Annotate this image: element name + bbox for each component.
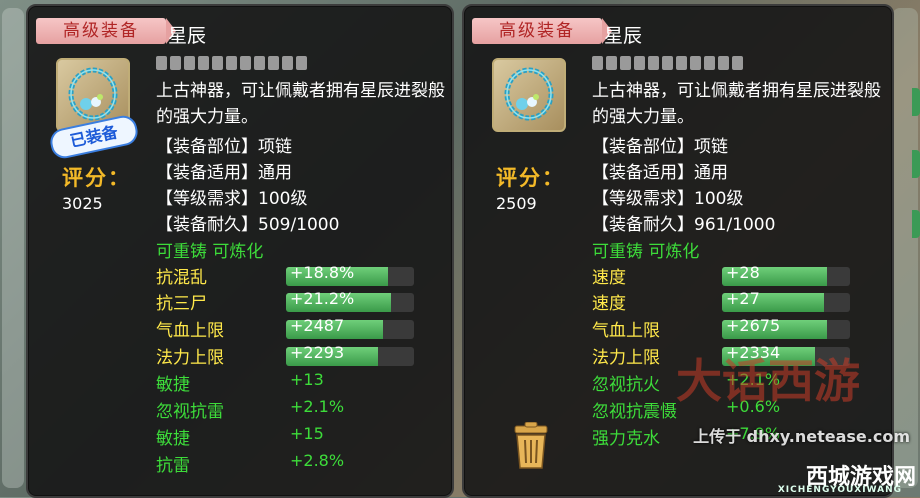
gem-slot bbox=[170, 56, 181, 70]
info-durability: 【装备耐久】961/1000 bbox=[592, 215, 776, 235]
stat-value: +13 bbox=[290, 370, 324, 389]
stat-value: +2.1% bbox=[290, 397, 345, 416]
item-name: 星辰 bbox=[168, 25, 207, 47]
gem-slot bbox=[662, 56, 673, 70]
gem-slot bbox=[282, 56, 293, 70]
stat-label: 敏捷 bbox=[156, 429, 190, 449]
stat-row: 速度 +27 bbox=[592, 289, 882, 315]
stat-label: 速度 bbox=[592, 268, 626, 288]
refine-status: 可重铸 可炼化 bbox=[592, 242, 700, 262]
stat-label: 抗雷 bbox=[156, 456, 190, 476]
stat-row: 气血上限 +2675 bbox=[592, 316, 882, 342]
gem-slot bbox=[226, 56, 237, 70]
stat-row: 敏捷 +15 bbox=[156, 424, 446, 450]
stat-label: 法力上限 bbox=[592, 348, 660, 368]
stat-label: 法力上限 bbox=[156, 348, 224, 368]
gem-slot bbox=[690, 56, 701, 70]
item-tooltip-panel: 高级装备 星辰 已装备 评分： 3025 上古神器，可让佩戴者拥有星辰进裂般的强… bbox=[26, 4, 454, 498]
item-description: 上古神器，可让佩戴者拥有星辰进裂般的强大力量。 bbox=[592, 81, 881, 127]
stat-row: 忽视抗雷 +2.1% bbox=[156, 397, 446, 423]
info-level: 【等级需求】100级 bbox=[592, 189, 744, 209]
game-logo: 大话西游 bbox=[676, 354, 860, 408]
trash-icon[interactable] bbox=[508, 421, 554, 472]
stat-label: 强力克水 bbox=[592, 429, 660, 449]
gem-slot bbox=[732, 56, 743, 70]
stat-label: 忽视抗震慑 bbox=[592, 402, 677, 422]
gem-slot bbox=[620, 56, 631, 70]
info-slot: 【装备部位】项链 bbox=[592, 137, 728, 157]
item-icon-frame[interactable] bbox=[492, 58, 566, 132]
stat-label: 抗三尸 bbox=[156, 294, 207, 314]
stat-row: 速度 +28 bbox=[592, 263, 882, 289]
item-grade-tab: 高级装备 bbox=[472, 18, 612, 44]
stat-row: 抗三尸 +21.2% bbox=[156, 289, 446, 315]
gem-slot bbox=[212, 56, 223, 70]
background-slot bbox=[2, 8, 24, 488]
stat-label: 气血上限 bbox=[592, 321, 660, 341]
gem-slot bbox=[156, 56, 167, 70]
stat-value: +2.8% bbox=[290, 451, 345, 470]
side-tab[interactable] bbox=[912, 88, 920, 116]
stat-row: 抗雷 +2.8% bbox=[156, 451, 446, 477]
info-usage: 【装备适用】通用 bbox=[592, 163, 728, 183]
info-durability: 【装备耐久】509/1000 bbox=[156, 215, 340, 235]
info-slot: 【装备部位】项链 bbox=[156, 137, 292, 157]
gem-slots bbox=[156, 56, 307, 70]
gem-slot bbox=[634, 56, 645, 70]
side-tab[interactable] bbox=[912, 210, 920, 238]
gem-slot bbox=[240, 56, 251, 70]
background-slot bbox=[892, 8, 918, 488]
stat-value: +2293 bbox=[290, 343, 345, 362]
item-name: 星辰 bbox=[604, 25, 643, 47]
info-level: 【等级需求】100级 bbox=[156, 189, 308, 209]
necklace-icon bbox=[504, 67, 554, 121]
stat-value: +21.2% bbox=[290, 289, 355, 308]
stat-label: 敏捷 bbox=[156, 375, 190, 395]
score-label: 评分： bbox=[496, 166, 565, 190]
site-subtitle: XICHENGYOUXIWANG bbox=[777, 485, 902, 495]
stat-row: 气血上限 +2487 bbox=[156, 316, 446, 342]
score-value: 2509 bbox=[496, 194, 537, 213]
site-logo: 西城游戏网 XICHENGYOUXIWANG bbox=[716, 459, 916, 495]
gem-slot bbox=[606, 56, 617, 70]
stat-label: 抗混乱 bbox=[156, 268, 207, 288]
side-tab[interactable] bbox=[912, 150, 920, 178]
stat-value: +27 bbox=[726, 289, 760, 308]
stat-row: 抗混乱 +18.8% bbox=[156, 263, 446, 289]
stat-value: +15 bbox=[290, 424, 324, 443]
stat-label: 速度 bbox=[592, 294, 626, 314]
stat-row: 法力上限 +2293 bbox=[156, 343, 446, 369]
gem-slot bbox=[718, 56, 729, 70]
upload-watermark: 上传于 dhxy.netease.com bbox=[693, 427, 910, 446]
gem-slot bbox=[198, 56, 209, 70]
gem-slot bbox=[676, 56, 687, 70]
gem-slot bbox=[648, 56, 659, 70]
stat-row: 敏捷 +13 bbox=[156, 370, 446, 396]
item-grade-tab: 高级装备 bbox=[36, 18, 176, 44]
gem-slot bbox=[592, 56, 603, 70]
stat-value: +2675 bbox=[726, 316, 781, 335]
info-usage: 【装备适用】通用 bbox=[156, 163, 292, 183]
stat-label: 忽视抗火 bbox=[592, 375, 660, 395]
gem-slot bbox=[184, 56, 195, 70]
refine-status: 可重铸 可炼化 bbox=[156, 242, 264, 262]
stat-value: +2487 bbox=[290, 316, 345, 335]
stat-value: +18.8% bbox=[290, 263, 355, 282]
item-description: 上古神器，可让佩戴者拥有星辰进裂般的强大力量。 bbox=[156, 81, 445, 127]
gem-slot bbox=[704, 56, 715, 70]
stat-value: +28 bbox=[726, 263, 760, 282]
stat-label: 气血上限 bbox=[156, 321, 224, 341]
gem-slot bbox=[254, 56, 265, 70]
gem-slot bbox=[296, 56, 307, 70]
stat-label: 忽视抗雷 bbox=[156, 402, 224, 422]
gem-slot bbox=[268, 56, 279, 70]
score-label: 评分： bbox=[62, 166, 131, 190]
score-value: 3025 bbox=[62, 194, 103, 213]
gem-slots bbox=[592, 56, 743, 70]
